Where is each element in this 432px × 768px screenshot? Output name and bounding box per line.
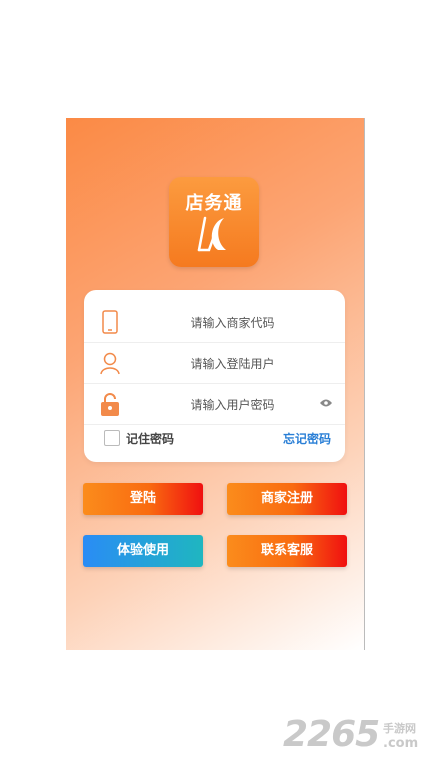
app-screen: 店务通 请输入商家代码 请输入登陆用户 请输入用户密码 记住密码 忘记密码 登陆… [66, 118, 364, 650]
username-row[interactable]: 请输入登陆用户 [84, 343, 345, 384]
password-input[interactable]: 请输入用户密码 [144, 396, 321, 413]
watermark-site: 手游网 [383, 722, 416, 735]
login-button[interactable]: 登陆 [83, 483, 203, 515]
trial-button[interactable]: 体验使用 [83, 535, 203, 567]
user-icon [100, 352, 120, 375]
login-card: 请输入商家代码 请输入登陆用户 请输入用户密码 记住密码 忘记密码 [84, 290, 345, 462]
lock-icon [101, 393, 119, 416]
logo-mark-icon [197, 216, 226, 252]
remember-checkbox[interactable] [104, 430, 120, 446]
watermark-number: 2265 [283, 714, 380, 755]
site-watermark: 2265 手游网 .com [283, 714, 432, 758]
merchant-code-input[interactable]: 请输入商家代码 [144, 314, 321, 331]
contact-button[interactable]: 联系客服 [227, 535, 347, 567]
remember-label[interactable]: 记住密码 [126, 430, 174, 447]
merchant-code-row[interactable]: 请输入商家代码 [84, 302, 345, 343]
watermark-domain: .com [383, 736, 419, 751]
register-button[interactable]: 商家注册 [227, 483, 347, 515]
logo-text: 店务通 [185, 193, 243, 214]
eye-icon[interactable] [319, 398, 333, 408]
username-input[interactable]: 请输入登陆用户 [144, 355, 321, 372]
app-logo: 店务通 [169, 177, 259, 267]
phone-icon [102, 310, 118, 334]
forgot-password-link[interactable]: 忘记密码 [283, 430, 331, 447]
remember-row: 记住密码 忘记密码 [84, 418, 345, 458]
